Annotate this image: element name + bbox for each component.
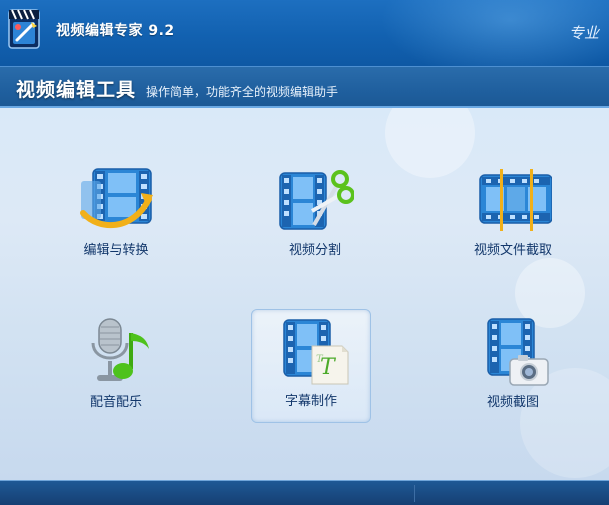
film-camera-icon [487,318,549,386]
tool-panel: 编辑与转换 视频分割 视频文件截取 配音配乐 T T 字幕制作 视频截图 [0,108,609,480]
film-edit-convert-icon [80,168,153,229]
tool-label: 编辑与转换 [83,243,149,258]
film-subtitle-icon: T T [283,319,349,385]
tool-subtitle[interactable]: T T 字幕制作 [251,309,371,423]
tool-split[interactable]: 视频分割 [255,158,375,272]
tool-trim[interactable]: 视频文件截取 [453,158,573,272]
section-header: 视频编辑工具 操作简单，功能齐全的视频编辑助手 [0,66,609,108]
tool-edit-convert[interactable]: 编辑与转换 [56,158,176,272]
section-subtitle: 操作简单，功能齐全的视频编辑助手 [146,85,339,99]
tool-label: 配音配乐 [89,395,142,410]
tool-dubbing[interactable]: 配音配乐 [56,310,176,424]
brand-mark: 专业 [569,22,609,43]
brand-mark-text: 专业 [569,24,600,42]
tool-label: 视频分割 [288,243,341,258]
film-trim-icon [479,169,552,231]
microphone-music-icon [91,318,149,381]
app-window: 视频编辑专家 9.2 专业 视频编辑工具 操作简单，功能齐全的视频编辑助手 编辑… [0,0,609,505]
section-title: 视频编辑工具 [16,79,137,101]
tool-label: 视频文件截取 [473,243,552,258]
status-separator [414,485,415,502]
app-title: 视频编辑专家 9.2 [56,23,175,39]
tool-label: 视频截图 [486,395,539,410]
title-bar: 视频编辑专家 9.2 专业 [0,0,609,80]
tool-label: 字幕制作 [284,394,337,409]
status-bar [0,480,609,505]
app-logo-icon [8,9,40,49]
film-scissors-icon [279,170,354,230]
tool-screenshot[interactable]: 视频截图 [453,310,573,424]
